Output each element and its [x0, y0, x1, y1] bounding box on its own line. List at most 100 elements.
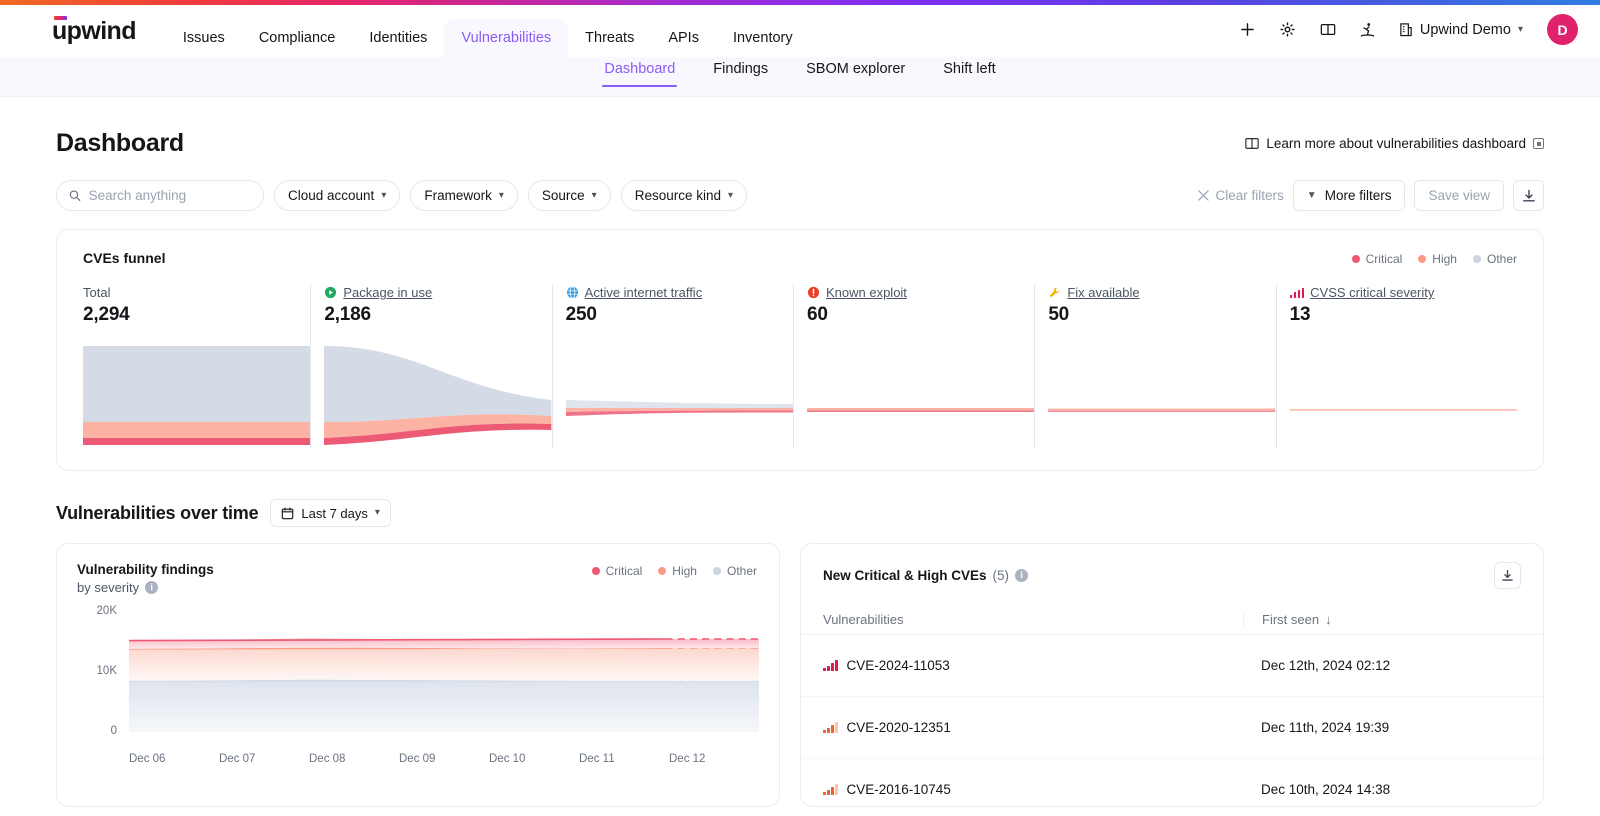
legend-item-critical: Critical [592, 564, 643, 578]
severity-bars-icon [1290, 288, 1305, 298]
table-row[interactable]: CVE-2020-12351 Dec 11th, 2024 19:39 [801, 697, 1543, 759]
legend-label: High [1432, 252, 1457, 266]
upwind-logo[interactable]: upwind [52, 19, 136, 44]
tab-label: Dashboard [604, 61, 675, 77]
legend-item-critical: Critical [1352, 252, 1403, 266]
surfer-icon[interactable] [1357, 19, 1379, 41]
nav-item-apis[interactable]: APIs [651, 19, 716, 57]
legend-label: High [672, 564, 697, 578]
cve-table-header: New Critical & High CVEs (5) i [801, 562, 1543, 589]
over-time-header: Vulnerabilities over time Last 7 days ▾ [56, 499, 1544, 527]
chevron-down-icon: ▾ [592, 191, 597, 201]
funnel-step-label[interactable]: Fix available [1067, 285, 1139, 300]
cve-id[interactable]: CVE-2016-10745 [847, 782, 951, 797]
chevron-down-icon: ▾ [728, 191, 733, 201]
y-tick-20k: 20K [77, 605, 117, 617]
tab-shift-left[interactable]: Shift left [941, 57, 997, 87]
legend-dot [1352, 255, 1360, 263]
x-tick-label: Dec 08 [309, 753, 399, 765]
x-tick-label: Dec 07 [219, 753, 309, 765]
search-input[interactable] [89, 188, 251, 203]
chart-x-axis: Dec 06 Dec 07 Dec 08 Dec 09 Dec 10 Dec 1… [129, 753, 759, 765]
info-icon[interactable]: i [1015, 569, 1028, 582]
nav-item-identities[interactable]: Identities [352, 19, 444, 57]
download-icon [1501, 569, 1514, 582]
filter-source[interactable]: Source▾ [528, 180, 611, 211]
nav-item-issues[interactable]: Issues [166, 19, 242, 57]
filter-label: Cloud account [288, 188, 374, 203]
search-box[interactable] [56, 180, 264, 211]
first-seen-cell: Dec 11th, 2024 19:39 [1243, 720, 1521, 735]
chevron-down-icon: ▾ [499, 191, 504, 201]
page-header: Dashboard Learn more about vulnerabiliti… [56, 129, 1544, 158]
nav-item-compliance[interactable]: Compliance [242, 19, 353, 57]
sort-desc-icon: ↓ [1325, 612, 1332, 627]
more-filters-button[interactable]: ▼ More filters [1293, 180, 1406, 211]
clear-filters-button[interactable]: Clear filters [1198, 188, 1284, 203]
tab-findings[interactable]: Findings [711, 57, 770, 87]
funnel-step-value: 2,294 [83, 304, 310, 326]
legend-dot [592, 567, 600, 575]
funnel-segment-fix-available [1048, 338, 1275, 448]
info-icon[interactable]: i [145, 581, 158, 594]
filter-framework[interactable]: Framework▾ [410, 180, 518, 211]
chart-area [129, 613, 759, 739]
funnel-step-value: 250 [566, 304, 793, 326]
cve-cell: CVE-2024-11053 [823, 658, 1243, 673]
table-row[interactable]: CVE-2016-10745 Dec 10th, 2024 14:38 [801, 759, 1543, 807]
cve-id[interactable]: CVE-2020-12351 [847, 720, 951, 735]
nav-item-label: Threats [585, 30, 634, 46]
x-tick-label: Dec 11 [579, 753, 669, 765]
tab-label: SBOM explorer [806, 61, 905, 77]
cve-table-count: (5) [993, 568, 1010, 583]
book-icon [1245, 137, 1259, 150]
funnel-segment-total [83, 338, 310, 448]
funnel-step-active-internet-traffic: Active internet traffic 250 [552, 284, 793, 448]
org-selector[interactable]: Upwind Demo ▾ [1399, 22, 1523, 38]
funnel-step-label: Total [83, 285, 110, 300]
bottom-panels: Vulnerability findings by severity i Cri… [56, 543, 1544, 807]
book-icon[interactable] [1317, 19, 1339, 41]
section-title: Vulnerabilities over time [56, 503, 258, 524]
clear-filters-label: Clear filters [1216, 188, 1284, 203]
learn-more-link[interactable]: Learn more about vulnerabilities dashboa… [1245, 136, 1544, 151]
x-tick-label: Dec 09 [399, 753, 489, 765]
page-title: Dashboard [56, 129, 184, 158]
nav-item-label: Identities [369, 30, 427, 46]
chevron-down-icon: ▾ [375, 508, 380, 518]
download-button[interactable] [1513, 180, 1544, 211]
funnel-step-label[interactable]: CVSS critical severity [1310, 285, 1434, 300]
gear-icon[interactable] [1277, 19, 1299, 41]
table-row[interactable]: CVE-2024-11053 Dec 12th, 2024 02:12 [801, 635, 1543, 697]
nav-item-inventory[interactable]: Inventory [716, 19, 810, 57]
nav-item-label: Issues [183, 30, 225, 46]
legend-dot [1418, 255, 1426, 263]
first-seen-cell: Dec 10th, 2024 14:38 [1243, 782, 1521, 797]
funnel-step-label[interactable]: Active internet traffic [585, 285, 703, 300]
filter-cloud-account[interactable]: Cloud account▾ [274, 180, 400, 211]
avatar[interactable]: D [1547, 14, 1578, 45]
date-range-label: Last 7 days [301, 506, 368, 521]
navbar-actions: Upwind Demo ▾ D [1237, 14, 1578, 45]
tab-sbom-explorer[interactable]: SBOM explorer [804, 57, 907, 87]
column-header-vulnerabilities[interactable]: Vulnerabilities [823, 612, 1243, 627]
funnel-step-label[interactable]: Package in use [343, 285, 432, 300]
funnel-icon: ▼ [1307, 191, 1317, 201]
funnel-legend: Critical High Other [1352, 252, 1517, 266]
tab-dashboard[interactable]: Dashboard [602, 57, 677, 87]
nav-item-threats[interactable]: Threats [568, 19, 651, 57]
cve-id[interactable]: CVE-2024-11053 [847, 658, 950, 673]
nav-item-vulnerabilities[interactable]: Vulnerabilities [444, 19, 568, 57]
y-tick-10k: 10K [77, 665, 117, 677]
cve-table-download-button[interactable] [1494, 562, 1521, 589]
chevron-down-icon: ▾ [1518, 25, 1523, 35]
funnel-step-label[interactable]: Known exploit [826, 285, 907, 300]
column-header-first-seen[interactable]: First seen ↓ [1243, 612, 1493, 627]
plus-icon[interactable] [1237, 19, 1259, 41]
date-range-selector[interactable]: Last 7 days ▾ [270, 499, 391, 527]
nav-item-label: APIs [668, 30, 699, 46]
nav-item-label: Inventory [733, 30, 793, 46]
filter-resource-kind[interactable]: Resource kind▾ [621, 180, 747, 211]
tab-label: Shift left [943, 61, 995, 77]
save-view-button[interactable]: Save view [1414, 180, 1504, 211]
